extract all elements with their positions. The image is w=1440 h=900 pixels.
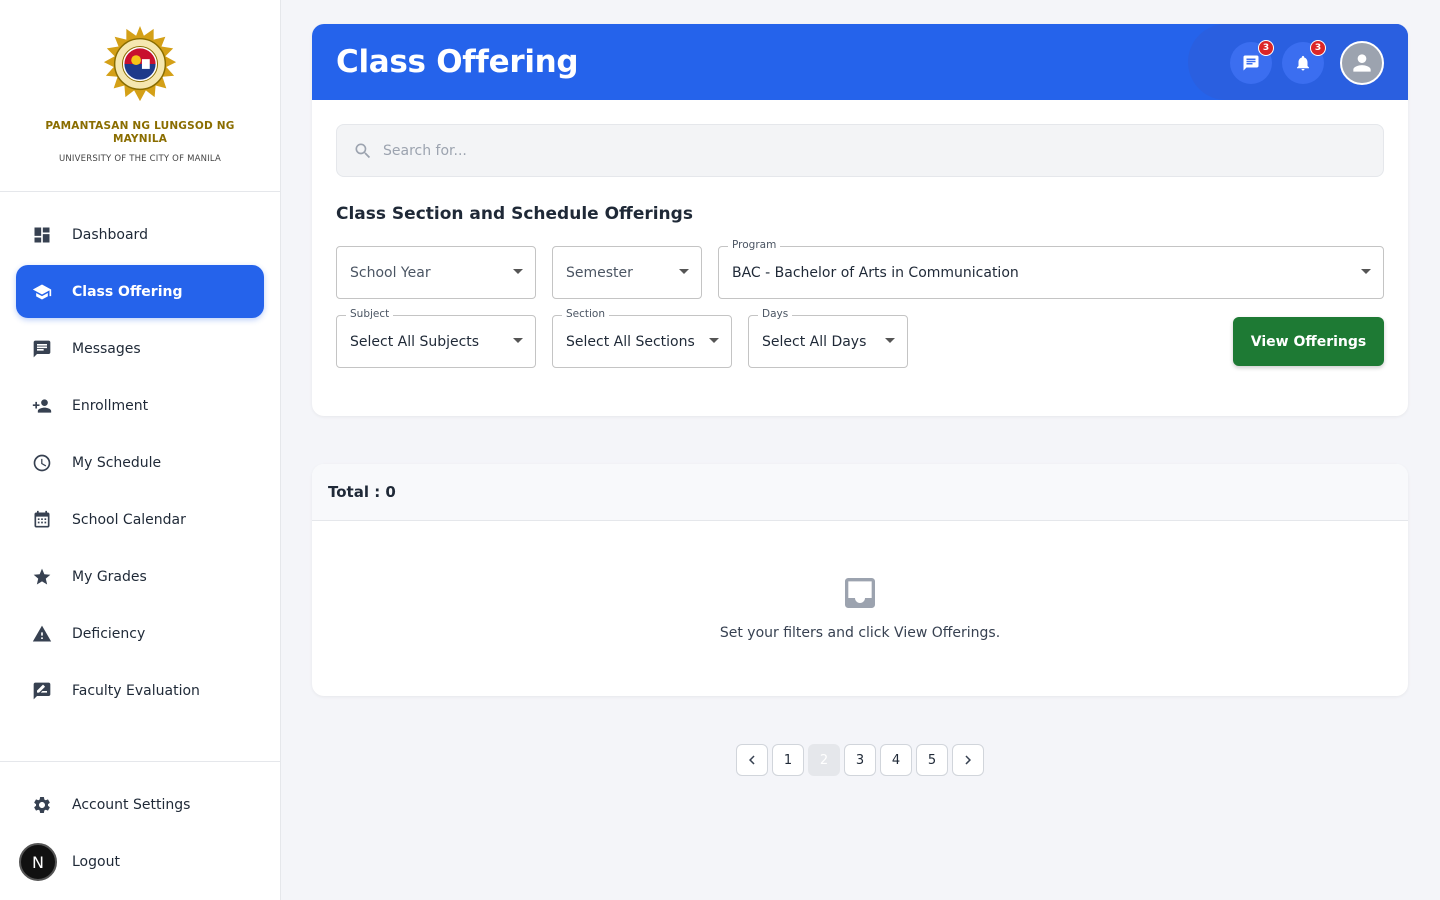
days-value: Select All Days	[762, 333, 867, 350]
sidebar-item-my-grades[interactable]: My Grades	[16, 550, 264, 603]
sidebar-item-label: Faculty Evaluation	[72, 682, 200, 699]
sidebar-item-label: Enrollment	[72, 397, 149, 414]
empty-state: Set your filters and click View Offering…	[312, 521, 1408, 641]
brand-block: PAMANTASAN NG LUNGSOD NG MAYNILA UNIVERS…	[0, 0, 280, 192]
semester-value: Semester	[566, 264, 633, 281]
calendar-icon	[32, 510, 52, 530]
search-bar[interactable]	[336, 124, 1384, 177]
chat-icon	[32, 339, 52, 359]
page-title: Class Offering	[336, 44, 579, 80]
sidebar-item-dashboard[interactable]: Dashboard	[16, 208, 264, 261]
clock-icon	[32, 453, 52, 473]
page-button-2[interactable]: 2	[808, 744, 840, 776]
subject-value: Select All Subjects	[350, 333, 480, 350]
pagination: 1 2 3 4 5	[736, 744, 984, 776]
empty-state-message: Set your filters and click View Offering…	[719, 625, 1001, 641]
bell-icon	[1297, 55, 1309, 71]
dropdown-arrow-icon	[679, 269, 689, 274]
subject-select[interactable]: Subject Select All Subjects	[336, 308, 536, 368]
sidebar-item-label: School Calendar	[72, 511, 186, 528]
page-button-1[interactable]: 1	[772, 744, 804, 776]
notifications-button[interactable]: 3	[1282, 40, 1326, 84]
school-year-select[interactable]: School Year	[336, 246, 536, 299]
filter-card: Class Offering 3 3 Class Section and Sch…	[312, 24, 1408, 416]
dropdown-arrow-icon	[709, 338, 719, 343]
results-header: Total : 0	[312, 464, 1408, 521]
section-title: Class Section and Schedule Offerings	[336, 204, 693, 224]
person-add-icon	[32, 396, 52, 416]
dropdown-arrow-icon	[1361, 269, 1371, 274]
chevron-left-icon	[749, 755, 755, 765]
gear-icon	[32, 795, 52, 815]
view-offerings-button[interactable]: View Offerings	[1233, 317, 1384, 366]
star-icon	[32, 567, 52, 587]
notifications-count-badge: 3	[1310, 40, 1326, 56]
sidebar-item-label: My Grades	[72, 568, 147, 585]
sidebar-item-label: My Schedule	[72, 454, 162, 471]
inbox-icon	[845, 578, 875, 608]
sidebar-item-label: Dashboard	[72, 226, 148, 243]
results-card: Total : 0 Set your filters and click Vie…	[312, 464, 1408, 696]
next-page-button[interactable]	[952, 744, 984, 776]
total-count: Total : 0	[328, 483, 396, 501]
sidebar: PAMANTASAN NG LUNGSOD NG MAYNILA UNIVERS…	[0, 0, 281, 900]
program-select[interactable]: Program BAC - Bachelor of Arts in Commun…	[718, 239, 1384, 299]
sidebar-item-label: Deficiency	[72, 625, 146, 642]
sidebar-item-label: Account Settings	[72, 796, 191, 813]
subject-label: Subject	[346, 308, 394, 320]
warning-icon	[32, 624, 52, 644]
university-name: PAMANTASAN NG LUNGSOD NG MAYNILA	[45, 120, 235, 145]
sidebar-item-enrollment[interactable]: Enrollment	[16, 379, 264, 432]
search-icon	[355, 143, 371, 158]
section-value: Select All Sections	[566, 333, 695, 350]
page-button-5[interactable]: 5	[916, 744, 948, 776]
chevron-right-icon	[965, 755, 971, 765]
university-subtitle: UNIVERSITY OF THE CITY OF MANILA	[58, 154, 222, 164]
sidebar-item-faculty-evaluation[interactable]: Faculty Evaluation	[16, 664, 264, 717]
sidebar-item-class-offering[interactable]: Class Offering	[16, 265, 264, 318]
dropdown-arrow-icon	[513, 338, 523, 343]
sidebar-item-my-schedule[interactable]: My Schedule	[16, 436, 264, 489]
days-label: Days	[758, 308, 793, 320]
program-label: Program	[728, 239, 781, 251]
school-year-value: School Year	[350, 264, 431, 281]
dashboard-icon	[32, 225, 52, 245]
program-value: BAC - Bachelor of Arts in Communication	[732, 264, 1019, 281]
sidebar-item-label: Class Offering	[72, 283, 183, 300]
section-label: Section	[562, 308, 610, 320]
messages-button[interactable]: 3	[1230, 40, 1274, 84]
days-select[interactable]: Days Select All Days	[748, 308, 908, 368]
page-button-4[interactable]: 4	[880, 744, 912, 776]
profile-avatar-button[interactable]	[1340, 41, 1384, 85]
chat-icon	[1243, 55, 1259, 71]
dropdown-arrow-icon	[885, 338, 895, 343]
dropdown-arrow-icon	[513, 269, 523, 274]
person-icon	[1353, 54, 1371, 72]
sidebar-item-school-calendar[interactable]: School Calendar	[16, 493, 264, 546]
university-seal-logo	[103, 26, 177, 102]
school-icon	[32, 282, 52, 302]
page-header: Class Offering 3 3	[312, 24, 1408, 100]
search-input[interactable]	[383, 142, 1283, 159]
sidebar-item-account-settings[interactable]: Account Settings	[16, 778, 264, 831]
sidebar-item-messages[interactable]: Messages	[16, 322, 264, 375]
semester-select[interactable]: Semester	[552, 246, 702, 299]
user-initial-avatar[interactable]: N	[19, 843, 57, 881]
sidebar-item-label: Messages	[72, 340, 141, 357]
section-select[interactable]: Section Select All Sections	[552, 308, 732, 368]
sidebar-item-deficiency[interactable]: Deficiency	[16, 607, 264, 660]
prev-page-button[interactable]	[736, 744, 768, 776]
page-button-3[interactable]: 3	[844, 744, 876, 776]
sidebar-item-label: Logout	[72, 853, 120, 870]
rate-review-icon	[32, 681, 52, 701]
sidebar-nav: Dashboard Class Offering Messages Enroll…	[16, 208, 264, 721]
messages-count-badge: 3	[1258, 40, 1274, 56]
